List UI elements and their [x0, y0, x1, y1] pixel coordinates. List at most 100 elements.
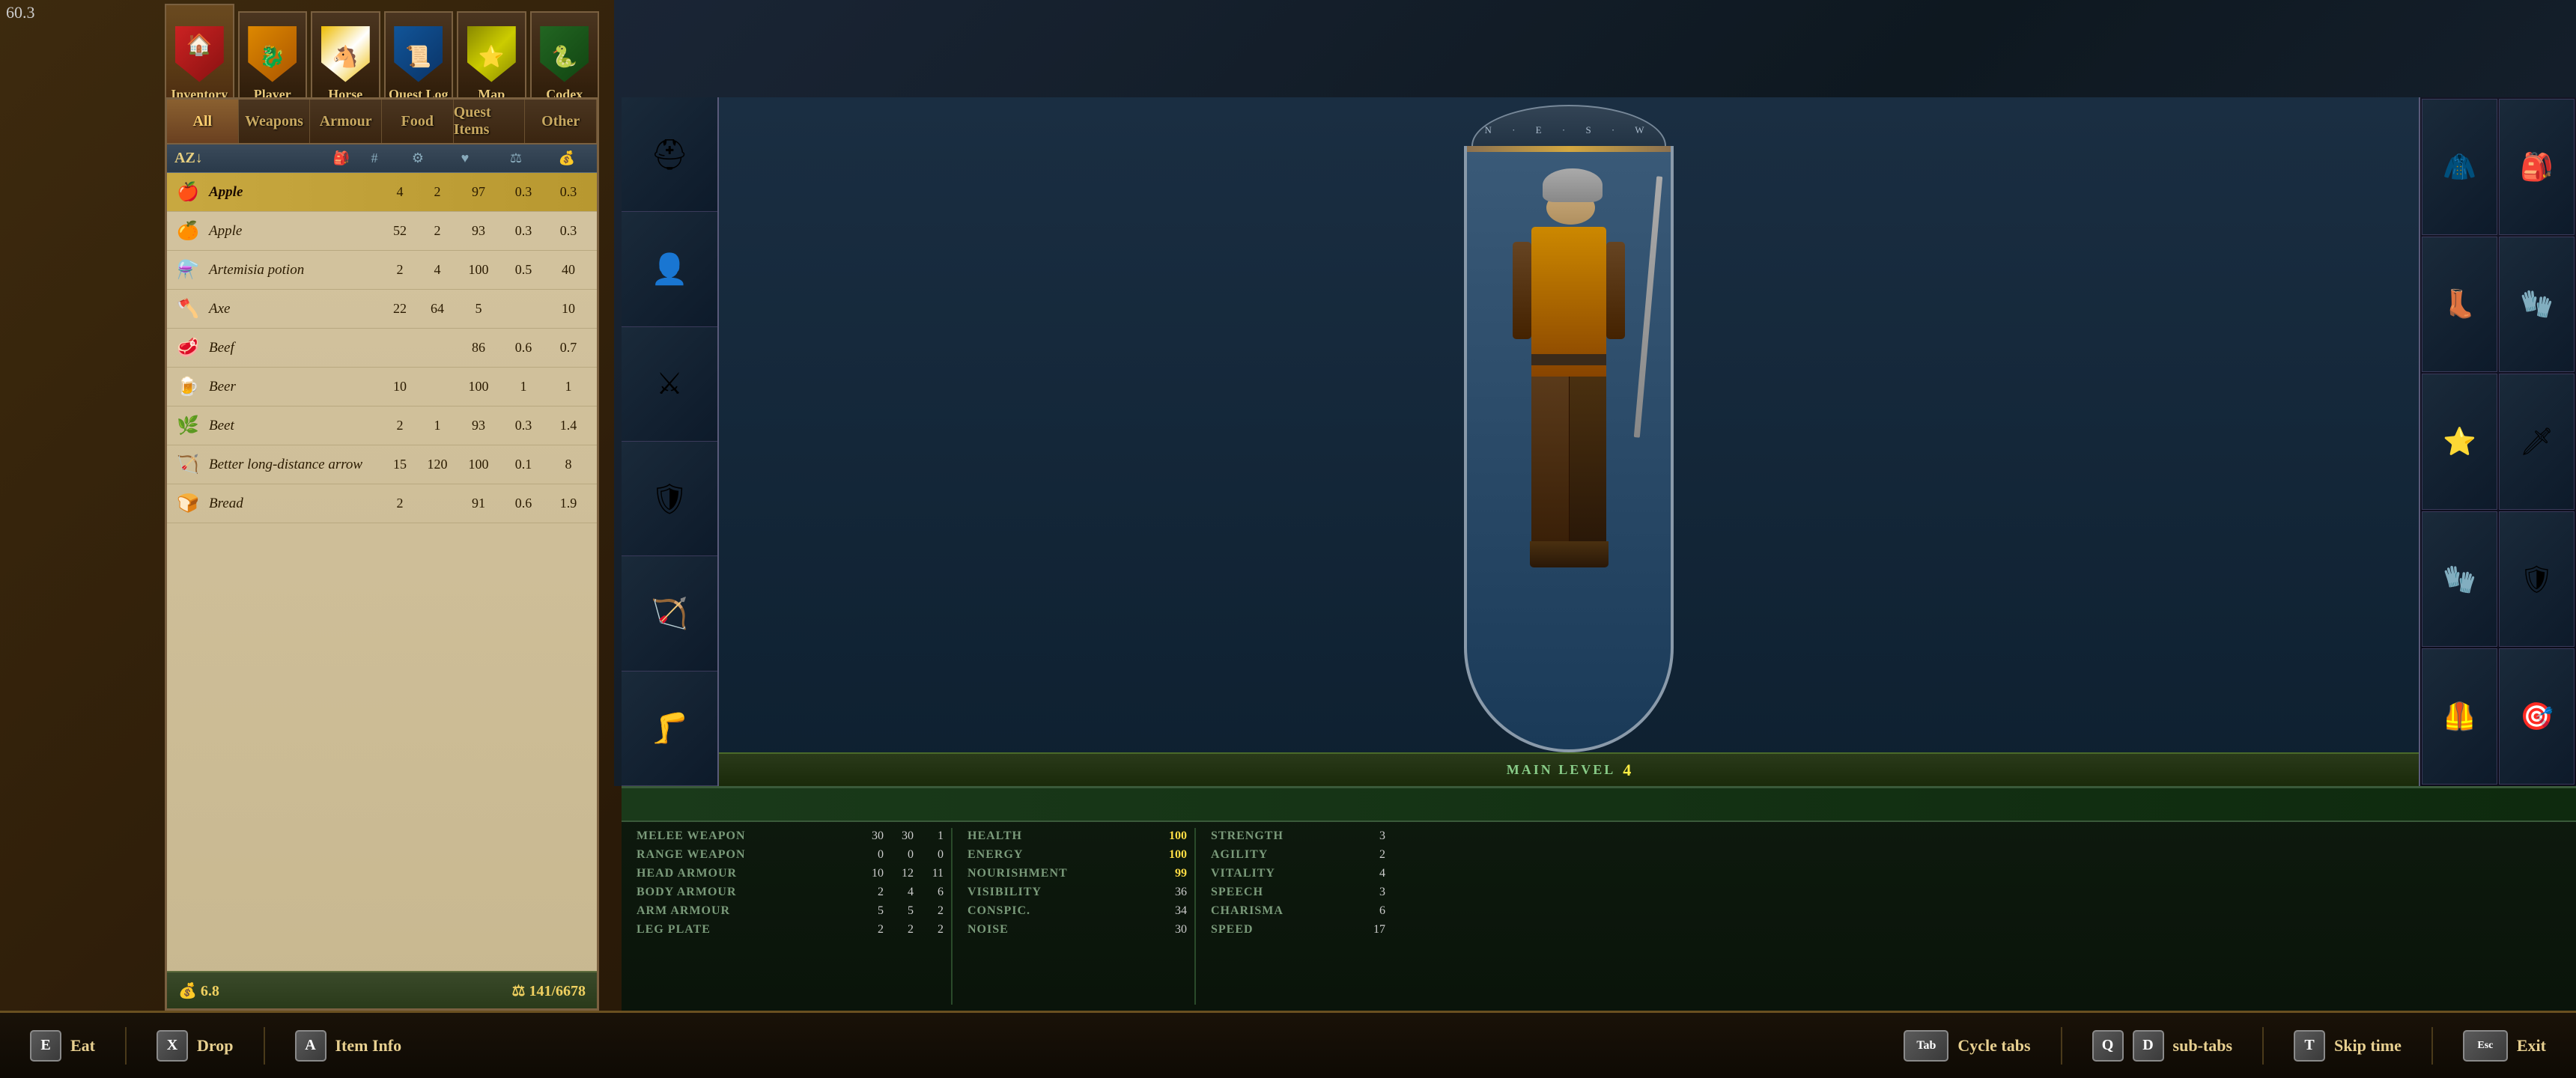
list-item[interactable]: 🏹 Better long-distance arrow 15 120 100 … — [167, 445, 597, 484]
stat-body-armour: BODY ARMOUR 2 4 6 — [633, 884, 947, 901]
stat-speech: SPEECH 3 — [1207, 884, 1389, 901]
player-shield-icon: 🐉 — [246, 24, 299, 84]
sort-weight-icon[interactable]: ⚖ — [493, 150, 538, 166]
item-weight: 0.3 — [501, 418, 546, 433]
nav-tab-codex[interactable]: 🐍 Codex — [530, 11, 600, 109]
drop-action[interactable]: X Drop — [157, 1030, 234, 1062]
strength-val: 3 — [1363, 829, 1385, 843]
list-item[interactable]: 🍺 Beer 10 100 1 1 — [167, 368, 597, 406]
sort-bag-icon[interactable]: 🎒 — [333, 150, 350, 166]
map-shield-icon: ⭐ — [465, 24, 517, 84]
melee-v3: 1 — [921, 829, 944, 843]
drop-label: Drop — [197, 1036, 234, 1056]
cycletabs-action[interactable]: Tab Cycle tabs — [1904, 1030, 2030, 1062]
stat-charisma: CHARISMA 6 — [1207, 903, 1389, 919]
sort-gear-icon[interactable]: ⚙ — [399, 150, 437, 166]
iteminfo-action[interactable]: A Item Info — [295, 1030, 402, 1062]
equip-slot-sword[interactable]: ⚔ — [622, 327, 717, 442]
head-armour-v2: 12 — [891, 867, 914, 880]
equip-slot-gloves[interactable]: 🧤 — [2499, 237, 2575, 373]
cat-tab-questitems[interactable]: Quest Items — [454, 100, 526, 143]
equip-slot-arrow[interactable]: 🏹 — [622, 556, 717, 671]
equip-slot-legs[interactable]: 🦵 — [622, 672, 717, 786]
equip-slot-back[interactable]: 🎒 — [2499, 99, 2575, 235]
list-item[interactable]: 🥩 Beef 86 0.6 0.7 — [167, 329, 597, 368]
helm-icon: ⛑ — [651, 137, 689, 172]
subtabs-action[interactable]: Q D sub-tabs — [2092, 1030, 2232, 1062]
equip-slot-shield2[interactable]: 🛡 — [2499, 511, 2575, 648]
cat-tab-weapons[interactable]: Weapons — [239, 100, 311, 143]
cat-tab-all[interactable]: All — [167, 100, 239, 143]
subtabs-key2: D — [2133, 1030, 2164, 1062]
nav-tab-map[interactable]: ⭐ Map — [457, 11, 526, 109]
codex-shield-icon: 🐍 — [538, 24, 591, 84]
item-name: Axe — [209, 301, 381, 317]
nav-tab-player[interactable]: 🐉 Player — [238, 11, 308, 109]
item-name: Apple — [209, 223, 381, 240]
equip-slot-ring[interactable]: ⭐ — [2422, 374, 2497, 510]
stat-arm-armour: ARM ARMOUR 5 5 2 — [633, 903, 947, 919]
equip-slot-shield[interactable]: 🛡 — [622, 442, 717, 556]
cycletabs-key: Tab — [1904, 1030, 1948, 1062]
item-val: 8 — [546, 457, 591, 472]
main-level-bar: MAIN LEVEL 4 — [719, 752, 2419, 786]
list-item[interactable]: 🍎 Apple 4 2 97 0.3 0.3 — [167, 173, 597, 212]
melee-v1: 30 — [861, 829, 884, 843]
item-cond: 93 — [456, 418, 501, 433]
top-nav: 🏠 Inventory 🐉 Player 🐴 Horse 📜 Quest Log — [0, 0, 599, 112]
list-item[interactable]: 🍊 Apple 52 2 93 0.3 0.3 — [167, 212, 597, 251]
health-val: 100 — [1157, 829, 1187, 843]
stat-range-weapon: RANGE WEAPON 0 0 0 — [633, 847, 947, 863]
separator-4 — [2262, 1027, 2264, 1065]
leg-plate-v1: 2 — [861, 923, 884, 937]
char-sword — [1634, 176, 1662, 437]
equip-slot-helm[interactable]: ⛑ — [622, 97, 717, 212]
item-icon: 🪓 — [173, 294, 203, 324]
cycletabs-label: Cycle tabs — [1957, 1036, 2030, 1056]
sort-heart-icon[interactable]: ♥ — [443, 150, 487, 166]
list-item[interactable]: 🌿 Beet 2 1 93 0.3 1.4 — [167, 406, 597, 445]
char-legs — [1531, 377, 1606, 541]
equip-slot-dagger[interactable]: 🗡 — [2499, 374, 2575, 510]
cat-tab-armour[interactable]: Armour — [310, 100, 382, 143]
char-head — [1543, 168, 1595, 225]
body-armour-v2: 4 — [891, 886, 914, 899]
nav-tab-questlog[interactable]: 📜 Quest Log — [384, 11, 454, 109]
item-cond: 86 — [456, 340, 501, 356]
nav-tab-inventory[interactable]: 🏠 Inventory — [165, 4, 234, 109]
char-arm-left — [1513, 242, 1531, 339]
list-item[interactable]: 🪓 Axe 22 64 5 10 — [167, 290, 597, 329]
range-v1: 0 — [861, 848, 884, 862]
list-item[interactable]: ⚗️ Artemisia potion 2 4 100 0.5 40 — [167, 251, 597, 290]
sort-az-icon[interactable]: AZ↓ — [174, 150, 203, 167]
equip-slot-boot[interactable]: 👢 — [2422, 237, 2497, 373]
list-item[interactable]: 🍞 Bread 2 91 0.6 1.9 — [167, 484, 597, 523]
nav-tab-horse[interactable]: 🐴 Horse — [311, 11, 380, 109]
compass-arc: N · E · S · W — [1471, 105, 1666, 146]
eat-action[interactable]: E Eat — [30, 1030, 95, 1062]
skiptime-action[interactable]: T Skip time — [2294, 1030, 2402, 1062]
questlog-shield-icon: 📜 — [392, 24, 445, 84]
equip-slot-chest[interactable]: 🧥 — [2422, 99, 2497, 235]
equip-slot-bracers[interactable]: 🧤 — [2422, 511, 2497, 648]
item-cond: 93 — [456, 223, 501, 239]
sort-gold-icon[interactable]: 💰 — [544, 150, 589, 166]
equip-slot-quiver[interactable]: 🎯 — [2499, 648, 2575, 785]
equip-slot-head[interactable]: 👤 — [622, 212, 717, 326]
cat-tab-other[interactable]: Other — [525, 100, 597, 143]
separator-5 — [2431, 1027, 2433, 1065]
stat-noise: NOISE 30 — [964, 922, 1191, 938]
exit-action[interactable]: Esc Exit — [2463, 1030, 2546, 1062]
star-equip-icon: ⭐ — [2443, 426, 2476, 457]
head-armour-v1: 10 — [861, 867, 884, 880]
equip-slot-tabard[interactable]: 🦺 — [2422, 648, 2497, 785]
sort-hash-icon[interactable]: # — [356, 150, 393, 166]
nourishment-label: NOURISHMENT — [967, 867, 1157, 880]
nourishment-val: 99 — [1157, 867, 1187, 880]
cat-tab-food[interactable]: Food — [382, 100, 454, 143]
equip-slots-right: 🧥 🎒 👢 🧤 ⭐ 🗡 🧤 🛡 🦺 🎯 — [2419, 97, 2576, 786]
gold-icon: 💰 — [178, 983, 197, 999]
char-arch — [1464, 146, 1674, 752]
stat-nourishment: NOURISHMENT 99 — [964, 865, 1191, 882]
drop-key: X — [157, 1030, 188, 1062]
